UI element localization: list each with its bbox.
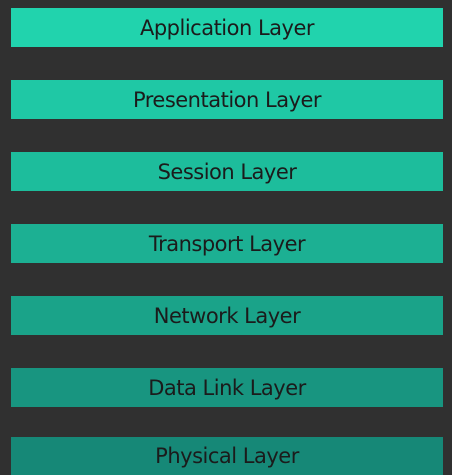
layer-label: Physical Layer	[155, 444, 299, 468]
layer-label: Data Link Layer	[148, 375, 306, 400]
layer-physical: Physical Layer	[11, 437, 443, 475]
layer-presentation: Presentation Layer	[11, 80, 443, 119]
layer-label: Network Layer	[153, 303, 301, 328]
layer-session: Session Layer	[11, 152, 443, 191]
layer-label: Presentation Layer	[132, 87, 322, 112]
layer-label: Application Layer	[139, 15, 315, 40]
layer-application: Application Layer	[11, 8, 443, 47]
layer-network: Network Layer	[11, 296, 443, 335]
layer-label: Transport Layer	[148, 231, 306, 256]
osi-layer-stack: Application Layer Presentation Layer Ses…	[0, 0, 452, 475]
layer-transport: Transport Layer	[11, 224, 443, 263]
layer-data-link: Data Link Layer	[11, 368, 443, 407]
layer-label: Session Layer	[157, 159, 297, 184]
